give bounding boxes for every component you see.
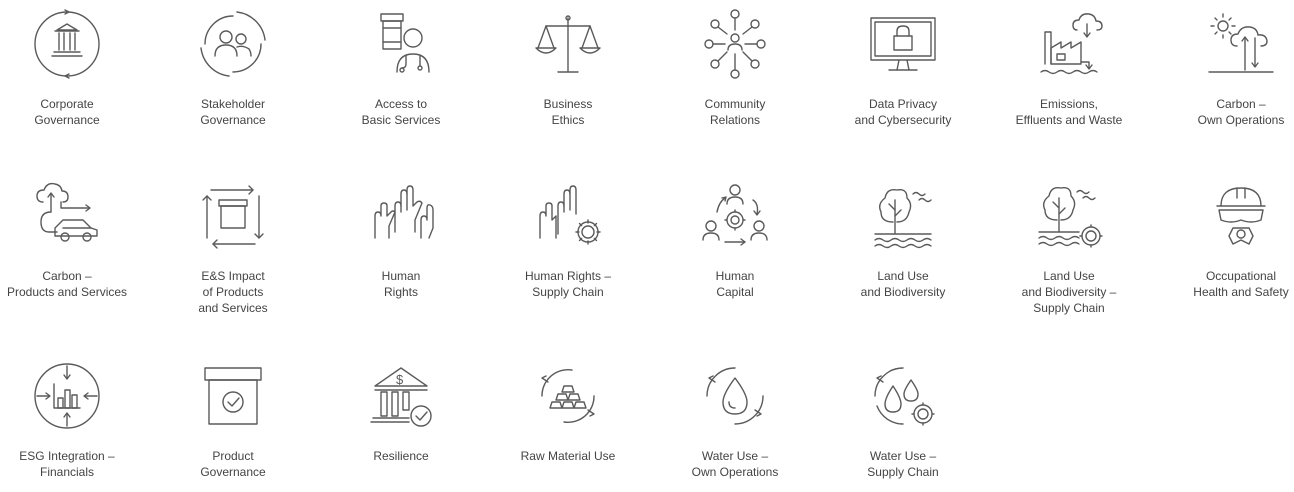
tile-business-ethics: Business Ethics	[488, 4, 648, 128]
gold-bars-cycle-icon	[541, 368, 595, 424]
box-cycle-icon	[202, 185, 264, 249]
tile-data-privacy: Data Privacy and Cybersecurity	[823, 4, 983, 128]
stakeholder-cycle-icon	[200, 11, 266, 77]
tile-label: Community Relations	[704, 97, 766, 127]
bank-dollar-check-icon: $	[370, 367, 432, 427]
water-drops-gear-icon	[874, 367, 935, 426]
tile-label: Product Governance	[200, 449, 266, 479]
governance-bank-cycle-icon	[34, 9, 100, 79]
tile-human-capital: Human Capital	[655, 176, 815, 300]
medicine-doctor-icon	[380, 13, 430, 73]
svg-text:$: $	[396, 372, 404, 387]
tile-es-impact: E&S Impact of Products and Services	[153, 176, 313, 316]
tree-water-gear-icon	[1038, 186, 1103, 248]
tile-label: Occupational Health and Safety	[1193, 269, 1289, 299]
tile-raw-material-use: Raw Material Use	[488, 356, 648, 464]
carbon-operations-icon	[1208, 13, 1274, 73]
factory-emissions-icon	[1040, 13, 1103, 75]
people-gear-cycle-icon	[702, 184, 768, 246]
tile-label: Corporate Governance	[34, 97, 100, 127]
hands-gear-icon	[539, 185, 601, 245]
box-check-icon	[204, 367, 262, 425]
tile-carbon-products-services: Carbon – Products and Services	[0, 176, 147, 300]
tile-label: Human Rights – Supply Chain	[524, 269, 612, 299]
tile-stakeholder-governance: Stakeholder Governance	[153, 4, 313, 128]
tile-carbon-own-operations: Carbon – Own Operations	[1161, 4, 1294, 128]
tile-product-governance: Product Governance	[153, 356, 313, 480]
tile-label: Carbon – Own Operations	[1197, 97, 1285, 127]
tile-label: Water Use – Own Operations	[691, 449, 779, 479]
tree-water-icon	[874, 188, 932, 249]
tile-label: Resilience	[373, 449, 429, 463]
tile-label: Access to Basic Services	[361, 97, 441, 127]
tile-label: Raw Material Use	[520, 449, 616, 463]
tile-label: Land Use and Biodiversity – Supply Chain	[1021, 269, 1117, 315]
tile-label: Human Rights	[381, 269, 421, 299]
tile-label: ESG Integration – Financials	[19, 449, 115, 479]
tile-community-relations: Community Relations	[655, 4, 815, 128]
tile-label: E&S Impact of Products and Services	[198, 269, 268, 315]
tile-human-rights-supply-chain: Human Rights – Supply Chain	[488, 176, 648, 300]
tile-land-use: Land Use and Biodiversity	[823, 176, 983, 300]
tile-emissions: Emissions, Effluents and Waste	[989, 4, 1149, 128]
tile-access-basic-services: Access to Basic Services	[321, 4, 481, 128]
tile-resilience: $ Resilience	[321, 356, 481, 464]
tile-water-supply-chain: Water Use – Supply Chain	[823, 356, 983, 480]
tile-occupational-health: Occupational Health and Safety	[1161, 176, 1294, 300]
tile-label: Carbon – Products and Services	[6, 269, 128, 299]
raised-hands-icon	[374, 185, 434, 239]
tile-label: Water Use – Supply Chain	[867, 449, 939, 479]
tile-label: Land Use and Biodiversity	[860, 269, 946, 299]
tile-human-rights: Human Rights	[321, 176, 481, 300]
hardhat-goggles-icon	[1216, 187, 1266, 245]
tile-label: Human Capital	[715, 269, 755, 299]
car-cloud-icon	[36, 182, 98, 242]
water-drop-cycle-icon	[706, 367, 764, 425]
tile-land-use-supply-chain: Land Use and Biodiversity – Supply Chain	[989, 176, 1149, 316]
scales-icon	[535, 15, 601, 73]
tile-esg-integration: ESG Integration – Financials	[0, 356, 147, 480]
tile-label: Data Privacy and Cybersecurity	[854, 97, 952, 127]
tile-label: Emissions, Effluents and Waste	[1015, 97, 1123, 127]
tile-label: Business Ethics	[543, 97, 593, 127]
chart-target-icon	[34, 363, 100, 429]
monitor-lock-icon	[870, 17, 936, 71]
community-network-icon	[704, 9, 766, 79]
tile-corporate-governance: Corporate Governance	[0, 4, 147, 128]
tile-water-own-operations: Water Use – Own Operations	[655, 356, 815, 480]
tile-label: Stakeholder Governance	[200, 97, 266, 127]
